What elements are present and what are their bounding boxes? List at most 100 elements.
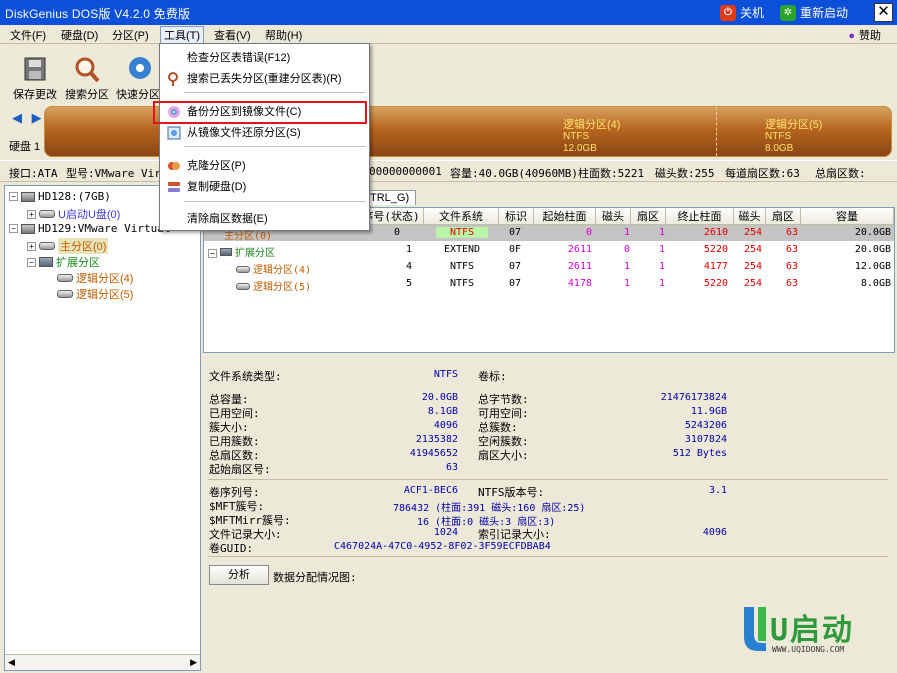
close-button[interactable]: ✕	[874, 3, 893, 22]
analyze-button[interactable]: 分析	[209, 565, 269, 585]
cell-name-text: 逻辑分区(5)	[253, 282, 312, 293]
menu-tools[interactable]: 工具(T)	[160, 26, 205, 44]
col-header-end-sec[interactable]: 扇区	[766, 208, 801, 225]
collapse-icon[interactable]: −	[208, 249, 217, 258]
tree-label: 主分区(0)	[58, 238, 109, 254]
quick-partition-button[interactable]: 快速分区	[113, 54, 163, 102]
menu-item-search-lost-partition[interactable]: 搜索已丢失分区(重建分区表)(R)	[162, 69, 367, 89]
prop-total-sectors: 41945652	[409, 448, 458, 459]
expand-icon[interactable]: +	[27, 241, 36, 251]
segment-size: 12.0GB	[563, 143, 597, 154]
save-changes-button[interactable]: 保存更改	[10, 54, 60, 102]
divider	[208, 479, 888, 480]
col-header-fs[interactable]: 文件系统	[424, 208, 499, 225]
disk-info-bar: 接口:ATA 型号:VMware Virt 00000000001 容量:40.…	[0, 160, 897, 182]
collapse-icon[interactable]: −	[9, 192, 18, 201]
tab-partition-params[interactable]: TRL_G)	[363, 190, 417, 205]
menu-help[interactable]: 帮助(H)	[262, 27, 305, 43]
table-row-logical-5[interactable]: 逻辑分区(5) 5 NTFS 07 4178 1 1 5220 254 63 8…	[204, 276, 894, 293]
cell-name: 逻辑分区(4)	[236, 261, 311, 276]
cell-end-cyl: 4177	[703, 261, 728, 272]
cell-start-head: 1	[623, 227, 630, 238]
logo-url: WWW.UQIDONG.COM	[772, 645, 845, 654]
menu-item-clone-partition[interactable]: 克隆分区(P)	[162, 156, 367, 176]
disk-label: 硬盘 1	[9, 141, 41, 153]
collapse-icon[interactable]: −	[27, 257, 36, 267]
col-header-size[interactable]: 容量	[801, 208, 894, 225]
next-disk-icon[interactable]: ▶	[32, 110, 42, 125]
prop-volume-label-label: 卷标:	[478, 370, 507, 383]
expand-icon[interactable]: +	[27, 209, 36, 219]
restart-label: 重新启动	[800, 6, 849, 20]
prop-fs-type: NTFS	[433, 369, 458, 380]
col-header-start-head[interactable]: 磁头	[596, 208, 631, 225]
disk-map-row: ◀ ▶ 硬盘 1 逻辑分区(4) NTFS 12.0GB 逻辑分区(5) NTF…	[0, 102, 897, 160]
sponsor-label: 赞助	[859, 30, 881, 42]
restore-image-icon	[167, 126, 181, 140]
menu-item-label: 从镜像文件还原分区(S)	[187, 127, 301, 139]
cell-fs: NTFS	[449, 261, 475, 272]
search-partition-button[interactable]: 搜索分区	[62, 54, 112, 102]
prev-disk-icon[interactable]: ◀	[12, 110, 22, 125]
menu-view[interactable]: 查看(V)	[211, 27, 254, 43]
tree-item-logical-4[interactable]: 逻辑分区(4)	[57, 270, 133, 286]
scroll-left-icon[interactable]: ◀	[8, 657, 15, 668]
quick-partition-label: 快速分区	[116, 89, 160, 101]
cell-end-cyl: 5220	[703, 278, 728, 289]
tree-item-hd128[interactable]: − HD128:(7GB)	[9, 190, 111, 203]
menu-item-restore-partition-image[interactable]: 从镜像文件还原分区(S)	[162, 123, 367, 143]
col-header-start-sec[interactable]: 扇区	[631, 208, 666, 225]
cell-fs: NTFS	[449, 278, 475, 289]
cell-name-text: 逻辑分区(4)	[253, 265, 312, 276]
menu-item-copy-disk[interactable]: 复制硬盘(D)	[162, 177, 367, 197]
tree-item-primary-0[interactable]: + 主分区(0)	[27, 238, 109, 254]
shutdown-button[interactable]: ⏻ 关机	[720, 3, 764, 22]
cell-end-cyl: 5220	[703, 244, 728, 255]
table-row-extended[interactable]: − 扩展分区 1 EXTEND 0F 2611 0 1 5220 254 63 2…	[204, 242, 894, 259]
tree-label: 逻辑分区(5)	[76, 289, 134, 301]
prop-used-clusters: 2135382	[415, 434, 458, 445]
sponsor-link[interactable]: ● 赞助	[848, 27, 881, 43]
prop-guid-label: 卷GUID:	[209, 542, 254, 555]
tree-item-logical-5[interactable]: 逻辑分区(5)	[57, 286, 133, 302]
menu-partition[interactable]: 分区(P)	[109, 27, 152, 43]
right-panel: TRL_G) 序号(状态) 文件系统 标识 起始柱面 磁头 扇区 终止柱面 磁头…	[203, 185, 895, 671]
tree-label: 逻辑分区(4)	[76, 273, 134, 285]
cell-size: 20.0GB	[854, 244, 891, 255]
disk-segment-logical-5[interactable]: 逻辑分区(5) NTFS 8.0GB	[765, 119, 822, 155]
prop-guid: C467024A-47C0-4952-8F02-3F59ECFDBAB4	[334, 541, 551, 552]
segment-fs: NTFS	[765, 131, 792, 142]
cell-name-text: 扩展分区	[235, 248, 275, 259]
col-header-id[interactable]: 标识	[499, 208, 534, 225]
title-bar: DiskGenius DOS版 V4.2.0 免费版 ⏻ 关机 ✲ 重新启动 ✕	[0, 0, 897, 25]
col-header-start-cyl[interactable]: 起始柱面	[534, 208, 596, 225]
collapse-icon[interactable]: −	[9, 224, 18, 233]
save-icon	[24, 57, 46, 81]
volume-icon	[39, 242, 55, 250]
cell-end-cyl: 2610	[703, 227, 728, 238]
tree-item-hd129[interactable]: − HD129:VMware Virtual	[9, 222, 170, 235]
col-header-end-cyl[interactable]: 终止柱面	[666, 208, 734, 225]
logo-brand: U启动	[770, 613, 855, 648]
tools-dropdown-menu: 检查分区表错误(F12) 搜索已丢失分区(重建分区表)(R) 备份分区到镜像文件…	[153, 43, 370, 231]
tree-label: U启动U盘(0)	[58, 209, 121, 221]
disk-model: 型号:VMware Virt	[66, 167, 168, 180]
prop-used: 8.1GB	[427, 406, 458, 417]
scroll-right-icon[interactable]: ▶	[190, 657, 197, 668]
tree-horizontal-scrollbar[interactable]: ◀ ▶	[5, 654, 200, 670]
menu-item-check-partition-table[interactable]: 检查分区表错误(F12)	[162, 48, 367, 68]
disk-segment-logical-4[interactable]: 逻辑分区(4) NTFS 12.0GB	[563, 119, 620, 155]
disk-heads: 磁头数:255	[655, 167, 715, 180]
cell-num: 5	[406, 278, 413, 289]
tree-item-extended[interactable]: − 扩展分区	[27, 254, 100, 270]
restart-button[interactable]: ✲ 重新启动	[780, 3, 848, 22]
cell-id: 07	[509, 261, 522, 272]
tree-item-usb[interactable]: + U启动U盘(0)	[27, 206, 120, 222]
menu-disk[interactable]: 硬盘(D)	[58, 27, 101, 43]
table-row-logical-4[interactable]: 逻辑分区(4) 4 NTFS 07 2611 1 1 4177 254 63 1…	[204, 259, 894, 276]
col-header-end-head[interactable]: 磁头	[734, 208, 766, 225]
cell-start-cyl: 4178	[567, 278, 592, 289]
window-title: DiskGenius DOS版 V4.2.0 免费版	[5, 7, 191, 21]
menu-item-clear-sectors[interactable]: 清除扇区数据(E)	[162, 209, 367, 229]
menu-file[interactable]: 文件(F)	[7, 27, 49, 43]
